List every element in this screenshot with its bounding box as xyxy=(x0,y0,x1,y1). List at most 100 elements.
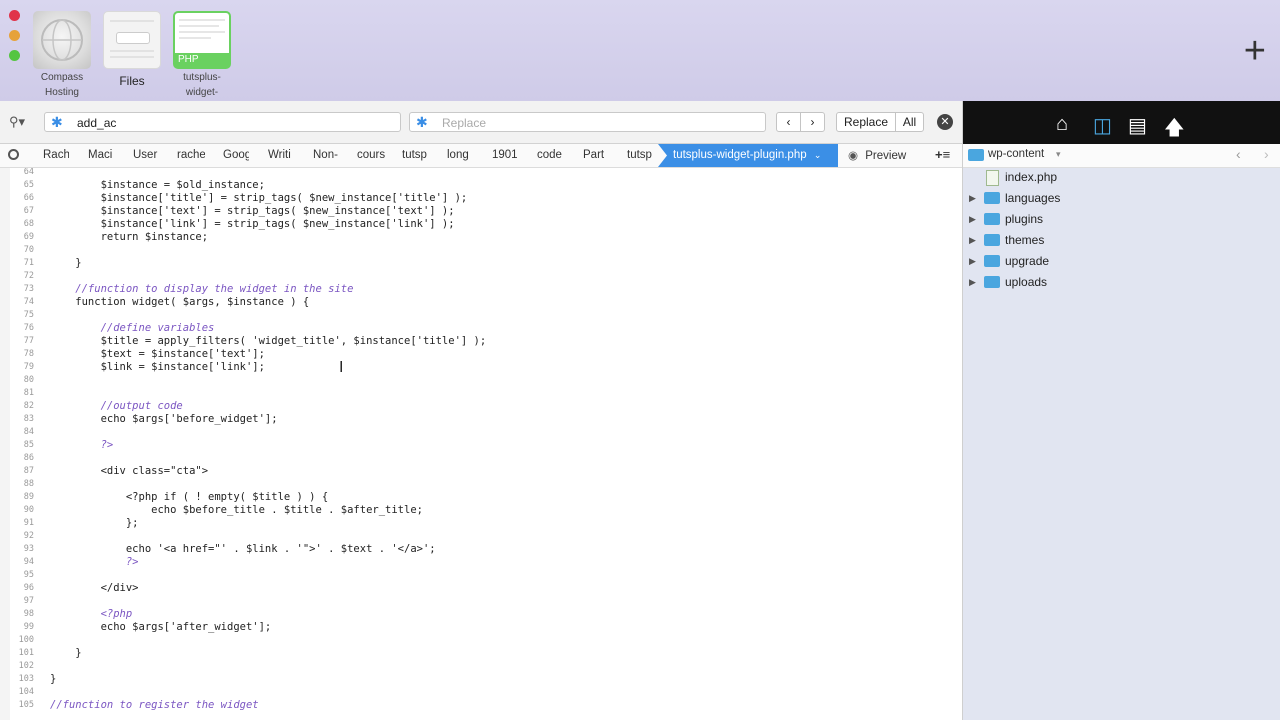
find-field[interactable]: ✱ add_ac xyxy=(44,112,401,132)
regex-star-icon[interactable]: ✱ xyxy=(416,114,428,131)
line-number: 87 xyxy=(23,466,34,476)
file-item-index[interactable]: index.php xyxy=(963,167,1280,188)
folder-item-languages[interactable]: ▶ languages xyxy=(963,188,1280,209)
site-compass-hosting[interactable]: Compass Hosting xyxy=(32,11,92,99)
next-match-button[interactable]: › xyxy=(800,112,825,132)
breadcrumb-item[interactable]: rache xyxy=(177,149,205,161)
disclosure-triangle-icon[interactable]: ▶ xyxy=(969,272,976,293)
breadcrumb-item[interactable]: Maci xyxy=(88,149,114,161)
folder-item-uploads[interactable]: ▶ uploads xyxy=(963,272,1280,293)
disclosure-triangle-icon[interactable]: ▶ xyxy=(969,188,976,209)
breadcrumb-item[interactable]: User xyxy=(133,149,159,161)
code-line: echo $args['after_widget']; xyxy=(50,621,272,633)
minimize-window-button[interactable] xyxy=(9,30,20,41)
breadcrumb-item[interactable]: Rach xyxy=(43,149,69,161)
line-number: 91 xyxy=(23,518,34,528)
breadcrumb-item[interactable]: code xyxy=(537,149,567,161)
line-number: 84 xyxy=(23,427,34,437)
breadcrumb-item[interactable]: tutsp xyxy=(402,149,428,161)
add-site-button[interactable]: + xyxy=(1244,32,1266,70)
disclosure-triangle-icon[interactable]: ▶ xyxy=(969,251,976,272)
search-options-icon[interactable]: ⚲▾ xyxy=(9,114,25,130)
replace-all-button[interactable]: All xyxy=(895,112,924,132)
folder-item-upgrade[interactable]: ▶ upgrade xyxy=(963,251,1280,272)
code-line: ?> xyxy=(50,556,139,568)
site-label: Compass xyxy=(40,72,84,83)
folder-label: languages xyxy=(1005,191,1061,205)
breadcrumb-item[interactable]: long xyxy=(447,149,473,161)
breadcrumb-item[interactable]: 1901 xyxy=(492,149,518,161)
folder-item-themes[interactable]: ▶ themes xyxy=(963,230,1280,251)
line-number: 66 xyxy=(23,193,34,203)
list-icon[interactable]: ▤ xyxy=(1128,113,1147,138)
line-number: 89 xyxy=(23,492,34,502)
code-line: } xyxy=(50,673,57,685)
site-label: Hosting xyxy=(45,87,79,98)
breadcrumb-item[interactable]: cours xyxy=(357,149,385,161)
line-number: 90 xyxy=(23,505,34,515)
files-icon[interactable]: ◫ xyxy=(1093,113,1112,138)
code-line: //define variables xyxy=(50,322,215,334)
breadcrumb-active-file[interactable]: tutsplus-widget-plugin.php ⌄ xyxy=(658,144,838,167)
find-input-value[interactable]: add_ac xyxy=(77,116,116,130)
add-split-icon[interactable]: +≡ xyxy=(935,147,950,162)
breadcrumb-item[interactable]: Writi xyxy=(268,149,294,161)
line-number: 70 xyxy=(23,245,34,255)
line-number: 103 xyxy=(18,674,34,684)
folder-label: themes xyxy=(1005,233,1045,247)
code-line: echo '<a href="' . $link . '">' . $text … xyxy=(50,543,436,555)
root-folder-label[interactable]: wp-content xyxy=(988,148,1044,160)
replace-button[interactable]: Replace xyxy=(836,112,896,132)
line-number: 95 xyxy=(23,570,34,580)
line-number: 92 xyxy=(23,531,34,541)
code-line: function widget( $args, $instance ) { xyxy=(50,296,310,308)
disclosure-triangle-icon[interactable]: ▶ xyxy=(969,230,976,251)
line-number: 78 xyxy=(23,349,34,359)
breadcrumb-item[interactable]: Goog xyxy=(223,149,249,161)
site-tutsplus-widget[interactable]: PHP tutsplus- widget- xyxy=(172,11,232,99)
breadcrumb-item[interactable]: Non- xyxy=(313,149,339,161)
code-line: $instance['title'] = strip_tags( $new_in… xyxy=(50,192,468,204)
line-number: 101 xyxy=(18,648,34,658)
code-editor[interactable]: 64 65 $instance = $old_instance; 66 $insta… xyxy=(0,168,962,720)
line-number: 75 xyxy=(23,310,34,320)
previous-match-button[interactable]: ‹ xyxy=(776,112,801,132)
line-number: 102 xyxy=(18,661,34,671)
forward-arrow-icon[interactable]: › xyxy=(1264,146,1269,162)
line-number: 104 xyxy=(18,687,34,697)
code-line: $instance['link'] = strip_tags( $new_ins… xyxy=(50,218,455,230)
line-number: 80 xyxy=(23,375,34,385)
preview-button[interactable]: ◉ Preview xyxy=(848,148,906,162)
folder-icon xyxy=(984,213,1000,225)
eye-icon: ◉ xyxy=(848,150,859,162)
close-search-icon[interactable]: ✕ xyxy=(937,114,953,130)
home-icon[interactable]: ⌂ xyxy=(1056,113,1068,136)
code-line: $instance['text'] = strip_tags( $new_ins… xyxy=(50,205,455,217)
zoom-window-button[interactable] xyxy=(9,50,20,61)
code-line: return $instance; xyxy=(50,231,209,243)
site-files[interactable]: Files xyxy=(102,11,162,87)
upload-arrow-icon[interactable]: 🡅 xyxy=(1164,113,1185,147)
close-window-button[interactable] xyxy=(9,10,20,21)
replace-placeholder[interactable]: Replace xyxy=(442,116,486,130)
code-line: $link = $instance['link']; xyxy=(50,361,265,373)
folder-icon xyxy=(984,234,1000,246)
code-line: //output code xyxy=(50,400,183,412)
chevron-down-icon[interactable]: ▾ xyxy=(1056,149,1061,160)
breadcrumb-item[interactable]: tutsp xyxy=(627,149,653,161)
disclosure-triangle-icon[interactable]: ▶ xyxy=(969,209,976,230)
line-number: 85 xyxy=(23,440,34,450)
breadcrumb-item[interactable]: Part xyxy=(583,149,609,161)
line-number: 65 xyxy=(23,180,34,190)
line-number: 94 xyxy=(23,557,34,567)
line-number: 83 xyxy=(23,414,34,424)
sidebar-toolbar: ⌂ ◫ ▤ 🡅 xyxy=(963,101,1280,144)
breadcrumb-root-icon[interactable] xyxy=(8,149,19,160)
file-label: index.php xyxy=(1005,170,1058,184)
line-number: 96 xyxy=(23,583,34,593)
regex-star-icon[interactable]: ✱ xyxy=(51,114,63,131)
folder-item-plugins[interactable]: ▶ plugins xyxy=(963,209,1280,230)
back-arrow-icon[interactable]: ‹ xyxy=(1236,146,1241,162)
site-label: tutsplus- xyxy=(183,72,221,83)
replace-field[interactable]: ✱ Replace xyxy=(409,112,766,132)
